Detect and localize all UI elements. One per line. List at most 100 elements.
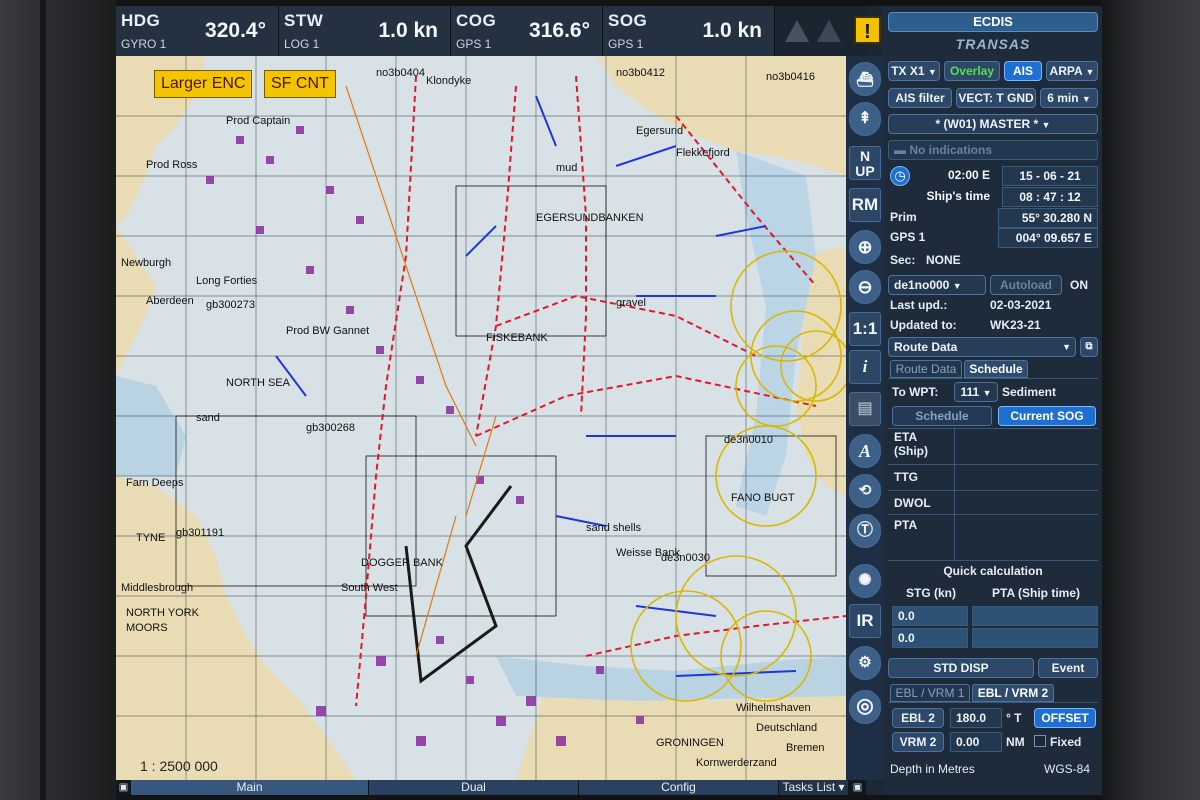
svg-text:NORTH YORK: NORTH YORK: [126, 607, 200, 619]
fixed-label: Fixed: [1050, 735, 1082, 749]
settings-icon[interactable]: ⚙: [849, 646, 881, 680]
divider: [888, 514, 1098, 515]
pta-input-2[interactable]: [972, 628, 1098, 648]
svg-text:sand: sand: [196, 412, 220, 424]
ship-center-icon[interactable]: ⛴: [849, 62, 881, 96]
zoom-out-icon[interactable]: ⊖: [849, 270, 881, 304]
nautical-chart[interactable]: Aberdeen Newburgh Long Forties Prod BW Gan…: [116, 56, 846, 780]
route-data-selector[interactable]: Route Data ▼: [888, 337, 1076, 357]
panel-title[interactable]: ECDIS: [888, 12, 1098, 32]
zoom-in-icon[interactable]: ⊕: [849, 230, 881, 264]
chart-graphics: Aberdeen Newburgh Long Forties Prod BW Gan…: [116, 56, 846, 780]
shallow-water-1: [116, 376, 186, 476]
monitor-bezel-right: [1102, 0, 1200, 800]
autoload-state: ON: [1070, 278, 1088, 292]
vector-time-label: 6 min: [1047, 91, 1079, 105]
brand-logo: TRANSAS: [955, 36, 1031, 52]
larger-enc-button[interactable]: Larger ENC: [154, 70, 253, 98]
chart-cell-label: de1no000: [894, 278, 950, 292]
alarm-triangle-icon[interactable]: [817, 20, 841, 42]
ir-button[interactable]: IR: [849, 604, 881, 638]
warning-triangle-icon[interactable]: [785, 20, 809, 42]
tab-config[interactable]: Config: [579, 780, 779, 795]
sog-readout[interactable]: SOG GPS 1 1.0 kn: [603, 6, 775, 56]
cog-readout[interactable]: COG GPS 1 316.6°: [451, 6, 603, 56]
stg-input-2[interactable]: 0.0: [892, 628, 968, 648]
autoload-button[interactable]: Autoload: [990, 275, 1062, 295]
window-icon[interactable]: ⧉: [1080, 337, 1098, 357]
tasks-list-button[interactable]: Tasks List ▾: [779, 780, 849, 795]
last-update-value: 02-03-2021: [990, 298, 1052, 312]
scroll-up-icon[interactable]: ⇞: [849, 102, 881, 136]
master-selector[interactable]: * (W01) MASTER * ▼: [888, 114, 1098, 134]
day-night-icon[interactable]: ✺: [849, 564, 881, 598]
ais-toggle[interactable]: AIS: [1004, 61, 1042, 81]
ship-time-field[interactable]: 08 : 47 : 12: [1002, 187, 1098, 207]
minimize-icon[interactable]: ▣: [849, 780, 866, 795]
schedule-button[interactable]: Schedule: [892, 406, 992, 426]
north-up-button[interactable]: N UP: [849, 146, 881, 180]
cell-boundaries: [175, 185, 837, 617]
panel-toggle-icon[interactable]: ▣: [116, 780, 131, 795]
relative-motion-button[interactable]: RM: [849, 188, 881, 222]
latitude-field: 55° 30.280 N: [998, 208, 1098, 228]
document-icon[interactable]: ▤: [849, 392, 881, 426]
tab-schedule[interactable]: Schedule: [964, 360, 1028, 378]
event-button[interactable]: Event: [1038, 658, 1098, 678]
text-tool-icon[interactable]: A: [849, 434, 881, 468]
measure-tool-icon[interactable]: ⟲: [849, 474, 881, 508]
svg-text:Prod Ross: Prod Ross: [146, 159, 198, 171]
ebl-bearing-field[interactable]: 180.0: [950, 708, 1002, 728]
tab-main[interactable]: Main: [131, 780, 369, 795]
vrm-range-field[interactable]: 0.00: [950, 732, 1002, 752]
datum-label: WGS-84: [1044, 762, 1091, 776]
std-disp-button[interactable]: STD DISP: [888, 658, 1034, 678]
stg-input-1[interactable]: 0.0: [892, 606, 968, 626]
info-button[interactable]: i: [849, 350, 881, 384]
arpa-selector[interactable]: ARPA ▼: [1046, 61, 1098, 81]
svg-text:Aberdeen: Aberdeen: [146, 295, 194, 307]
svg-text:Bremen: Bremen: [786, 742, 825, 754]
vrm-2-button[interactable]: VRM 2: [892, 732, 944, 752]
stw-readout[interactable]: STW LOG 1 1.0 kn: [279, 6, 451, 56]
hdg-label: HDG: [121, 11, 161, 30]
to-wpt-label: To WPT:: [892, 385, 939, 399]
svg-text:sand shells: sand shells: [586, 522, 642, 534]
sog-label: SOG: [608, 11, 648, 30]
svg-text:Prod Captain: Prod Captain: [226, 115, 290, 127]
overlay-toggle[interactable]: Overlay: [944, 61, 1000, 81]
tab-ebl-vrm-1[interactable]: EBL / VRM 1: [890, 684, 970, 702]
ring-icon[interactable]: ◎: [849, 690, 881, 724]
tab-dual[interactable]: Dual: [369, 780, 579, 795]
divider: [888, 428, 1098, 429]
ais-filter-button[interactable]: AIS filter: [888, 88, 952, 108]
clock-icon[interactable]: ◷: [890, 166, 910, 186]
tab-route-data[interactable]: Route Data: [890, 360, 962, 378]
svg-text:no3b0404: no3b0404: [376, 67, 425, 79]
tx-selector[interactable]: TX X1 ▼: [888, 61, 940, 81]
divider: [888, 560, 1098, 561]
hdg-readout[interactable]: HDG GYRO 1 320.4°: [116, 6, 279, 56]
ebl-2-button[interactable]: EBL 2: [892, 708, 944, 728]
vector-mode-button[interactable]: VECT: T GND: [956, 88, 1036, 108]
pta-input-1[interactable]: [972, 606, 1098, 626]
sf-cnt-button[interactable]: SF CNT: [264, 70, 336, 98]
waypoint-selector[interactable]: 111 ▼: [954, 382, 998, 402]
date-field[interactable]: 15 - 06 - 21: [1002, 166, 1098, 186]
route-data-label: Route Data: [894, 340, 958, 354]
vector-time-selector[interactable]: 6 min ▼: [1040, 88, 1098, 108]
indications-dropdown[interactable]: ▬ No indications: [888, 140, 1098, 160]
eta-label: ETA (Ship): [894, 430, 928, 458]
svg-text:Farn Deeps: Farn Deeps: [126, 477, 184, 489]
scale-1-1-button[interactable]: 1:1: [849, 312, 881, 346]
chart-cell-selector[interactable]: de1no000 ▼: [888, 275, 986, 295]
sog-source: GPS 1: [608, 37, 644, 51]
stw-label: STW: [284, 11, 324, 30]
offset-button[interactable]: OFFSET: [1034, 708, 1096, 728]
fixed-checkbox[interactable]: [1034, 735, 1046, 747]
alarm-exclamation-icon[interactable]: !: [854, 16, 881, 44]
tab-ebl-vrm-2[interactable]: EBL / VRM 2: [972, 684, 1054, 702]
current-sog-button[interactable]: Current SOG: [998, 406, 1096, 426]
waypoint-value: 111: [960, 385, 980, 399]
target-t-icon[interactable]: Ⓣ: [849, 514, 881, 548]
